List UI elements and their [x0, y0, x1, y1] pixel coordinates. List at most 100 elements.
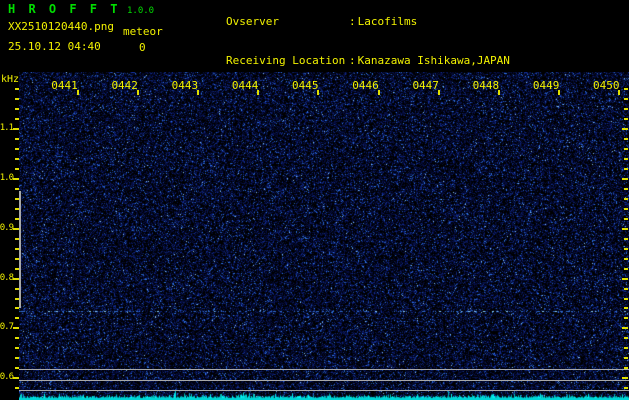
freq-minor-tick-right — [624, 317, 628, 319]
freq-minor-tick-left — [15, 148, 19, 150]
info-separator: : — [348, 15, 356, 28]
level-reference-line — [19, 380, 629, 381]
time-tick-mark — [498, 90, 500, 95]
freq-minor-tick-right — [624, 288, 628, 290]
signal-duration-bar — [19, 191, 21, 308]
freq-major-tick-left — [13, 377, 19, 379]
freq-minor-tick-left — [15, 118, 19, 120]
time-tick-label: 0442 — [111, 79, 138, 92]
time-tick-label: 0445 — [292, 79, 319, 92]
freq-minor-tick-left — [15, 168, 19, 170]
freq-tick-label: 0.7 — [0, 322, 14, 332]
freq-major-tick-right — [622, 178, 628, 180]
freq-minor-tick-left — [15, 158, 19, 160]
time-tick-mark — [317, 90, 319, 95]
freq-minor-tick-right — [624, 138, 628, 140]
datetime-label: 25.10.12 04:40 — [8, 40, 101, 53]
freq-tick-label: 1.1 — [0, 123, 14, 133]
freq-minor-tick-left — [15, 208, 19, 210]
time-tick-label: 0450 — [593, 79, 620, 92]
freq-minor-tick-left — [15, 188, 19, 190]
time-tick-label: 0443 — [171, 79, 199, 92]
freq-minor-tick-right — [624, 258, 628, 260]
level-reference-line — [19, 369, 629, 370]
time-tick-mark — [378, 90, 380, 95]
freq-minor-tick-left — [15, 387, 19, 389]
info-label: Ovserver — [225, 15, 279, 28]
time-tick-mark — [438, 90, 440, 95]
mode-label: meteor — [123, 25, 163, 38]
output-filename: XX2510120440.png — [8, 20, 114, 33]
info-value: Kanazawa Ishikawa,JAPAN — [357, 54, 510, 67]
freq-minor-tick-right — [624, 198, 628, 200]
freq-minor-tick-right — [624, 218, 628, 220]
freq-tick-label: 1.0 — [0, 173, 14, 183]
time-tick-mark — [257, 90, 259, 95]
freq-minor-tick-right — [624, 168, 628, 170]
freq-minor-tick-right — [624, 158, 628, 160]
freq-minor-tick-right — [624, 268, 628, 270]
freq-minor-tick-right — [624, 188, 628, 190]
freq-minor-tick-right — [624, 367, 628, 369]
freq-minor-tick-left — [15, 367, 19, 369]
time-tick-label: 0447 — [412, 79, 439, 92]
freq-minor-tick-left — [15, 258, 19, 260]
freq-minor-tick-left — [15, 248, 19, 250]
freq-major-tick-right — [622, 128, 628, 130]
freq-minor-tick-right — [624, 88, 628, 90]
time-tick-label: 0441 — [51, 79, 78, 92]
freq-minor-tick-left — [15, 307, 19, 309]
time-tick-label: 0448 — [472, 79, 500, 92]
time-tick-mark — [558, 90, 560, 95]
freq-minor-tick-right — [624, 347, 628, 349]
freq-minor-tick-left — [15, 288, 19, 290]
freq-minor-tick-left — [15, 298, 19, 300]
meteor-count: 0 — [139, 41, 146, 54]
time-tick-label: 0446 — [352, 79, 379, 92]
freq-minor-tick-left — [15, 337, 19, 339]
freq-minor-tick-right — [624, 307, 628, 309]
freq-major-tick-right — [622, 327, 628, 329]
freq-minor-tick-left — [15, 88, 19, 90]
level-reference-line — [19, 390, 629, 391]
freq-minor-tick-left — [15, 357, 19, 359]
freq-minor-tick-left — [15, 108, 19, 110]
freq-tick-label: 0.9 — [0, 223, 14, 233]
freq-minor-tick-right — [624, 248, 628, 250]
time-tick-mark — [618, 90, 620, 95]
time-tick-mark — [77, 90, 79, 95]
freq-minor-tick-right — [624, 98, 628, 100]
freq-minor-tick-right — [624, 108, 628, 110]
time-tick-mark — [137, 90, 139, 95]
freq-major-tick-right — [622, 228, 628, 230]
spectrogram-canvas — [19, 72, 629, 400]
freq-axis-unit-label: kHz — [1, 74, 20, 85]
freq-major-tick-right — [622, 377, 628, 379]
freq-minor-tick-left — [15, 238, 19, 240]
freq-minor-tick-left — [15, 268, 19, 270]
info-label: Receiving Location — [225, 54, 346, 67]
freq-minor-tick-left — [15, 198, 19, 200]
freq-minor-tick-right — [624, 148, 628, 150]
freq-minor-tick-right — [624, 208, 628, 210]
info-separator: : — [348, 54, 356, 67]
freq-minor-tick-right — [624, 238, 628, 240]
freq-minor-tick-left — [15, 347, 19, 349]
freq-major-tick-right — [622, 278, 628, 280]
time-tick-label: 0444 — [231, 79, 259, 92]
freq-minor-tick-left — [15, 98, 19, 100]
hrofft-output-image: H R O F F T 1.0.0 XX2510120440.png meteo… — [0, 0, 629, 400]
freq-minor-tick-right — [624, 357, 628, 359]
freq-minor-tick-left — [15, 317, 19, 319]
freq-minor-tick-right — [624, 298, 628, 300]
time-tick-mark — [197, 90, 199, 95]
freq-tick-label: 0.6 — [0, 372, 14, 382]
info-value: Lacofilms — [357, 15, 418, 28]
freq-minor-tick-right — [624, 387, 628, 389]
freq-minor-tick-left — [15, 138, 19, 140]
time-tick-label: 0449 — [532, 79, 560, 92]
freq-tick-label: 0.8 — [0, 273, 14, 283]
freq-major-tick-left — [13, 128, 19, 130]
freq-minor-tick-right — [624, 118, 628, 120]
freq-major-tick-left — [13, 327, 19, 329]
